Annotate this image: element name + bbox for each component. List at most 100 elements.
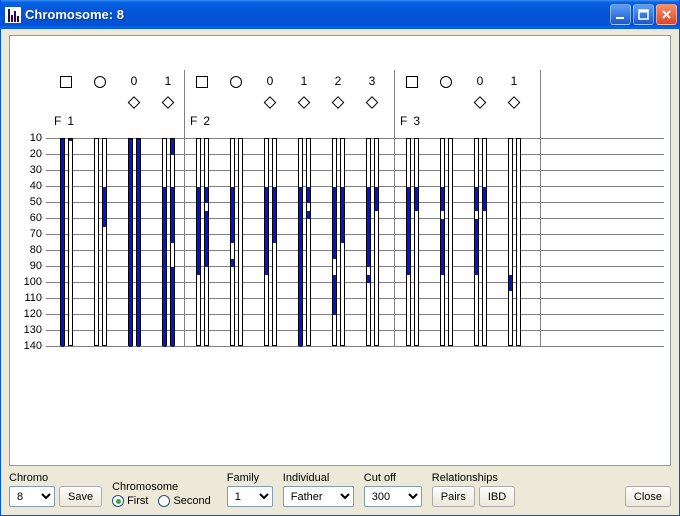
- diamond-icon: [162, 96, 175, 109]
- close-window-button[interactable]: [656, 4, 677, 25]
- chromosome-track: [196, 138, 201, 346]
- chromosome-track: [508, 138, 513, 346]
- chromosome-track: [238, 138, 243, 346]
- ibd-segment: [231, 187, 234, 243]
- chromosome-track: [102, 138, 107, 346]
- individual-group: Individual Father: [283, 472, 354, 507]
- column-header: 2: [335, 74, 342, 88]
- radio-dot-icon: [112, 495, 124, 507]
- ibd-segment: [231, 259, 234, 267]
- square-icon: [406, 76, 418, 88]
- relationships-group: Relationships Pairs IBD: [432, 472, 515, 507]
- circle-icon: [440, 76, 452, 88]
- y-tick-label: 20: [18, 148, 42, 160]
- y-tick-label: 110: [18, 292, 42, 304]
- ibd-segment: [137, 139, 140, 347]
- ibd-segment: [441, 187, 444, 211]
- ibd-segment: [273, 187, 276, 243]
- column-header: 1: [301, 74, 308, 88]
- circle-icon: [230, 76, 242, 88]
- chromosome-track: [374, 138, 379, 346]
- y-tick-label: 10: [18, 132, 42, 144]
- ibd-segment: [333, 275, 336, 315]
- save-button[interactable]: Save: [59, 486, 102, 507]
- chromosome-track: [516, 138, 521, 346]
- family-separator: [540, 70, 541, 346]
- chromosome-label: Chromosome: [112, 481, 217, 493]
- ibd-segment: [415, 187, 418, 211]
- cutoff-group: Cut off 300: [364, 472, 422, 507]
- ibd-segment: [367, 187, 370, 267]
- ibd-segment: [475, 187, 478, 211]
- ibd-segment: [171, 267, 174, 347]
- family-select[interactable]: 1: [227, 486, 273, 507]
- diamond-icon: [332, 96, 345, 109]
- ibd-segment: [103, 187, 106, 227]
- chromosome-track: [366, 138, 371, 346]
- ibd-segment: [441, 219, 444, 275]
- y-tick-label: 120: [18, 308, 42, 320]
- diamond-icon: [128, 96, 141, 109]
- ibd-segment: [171, 139, 174, 155]
- ibd-segment: [483, 187, 486, 211]
- radio-dot-icon: [158, 495, 170, 507]
- radio-second-label: Second: [173, 495, 210, 507]
- ibd-segment: [205, 211, 208, 267]
- chromosome-track: [340, 138, 345, 346]
- diamond-icon: [508, 96, 521, 109]
- ibd-segment: [129, 139, 132, 347]
- chromosome-track: [204, 138, 209, 346]
- ibd-segment: [299, 187, 302, 347]
- chromosome-track: [448, 138, 453, 346]
- pairs-button[interactable]: Pairs: [432, 486, 475, 507]
- ibd-button[interactable]: IBD: [479, 486, 515, 507]
- chromosome-track: [128, 138, 133, 346]
- chart-canvas: 102030405060708090100110120130140F101F20…: [9, 35, 671, 466]
- chromosome-track: [406, 138, 411, 346]
- chromosome-track: [482, 138, 487, 346]
- minimize-button[interactable]: [610, 4, 631, 25]
- diamond-icon: [474, 96, 487, 109]
- individual-select[interactable]: Father: [283, 486, 354, 507]
- chromosome-track: [94, 138, 99, 346]
- chromo-select[interactable]: 8: [9, 486, 55, 507]
- window: Chromosome: 8 10203040506070809010011012…: [0, 0, 680, 516]
- family-label: F1: [54, 114, 80, 128]
- chromosome-radio-group: Chromosome First Second: [112, 481, 217, 507]
- ibd-segment: [367, 275, 370, 283]
- y-tick-label: 140: [18, 340, 42, 352]
- y-tick-label: 100: [18, 276, 42, 288]
- maximize-button[interactable]: [633, 4, 654, 25]
- ibd-segment: [205, 187, 208, 203]
- y-tick-label: 50: [18, 196, 42, 208]
- radio-second[interactable]: Second: [158, 495, 210, 507]
- client-area: 102030405060708090100110120130140F101F20…: [1, 29, 679, 515]
- control-bar: Chromo 8 Save Chromosome First: [9, 472, 671, 507]
- family-label: Family: [227, 472, 273, 484]
- family-separator: [394, 70, 395, 346]
- chromosome-track: [332, 138, 337, 346]
- column-header: 1: [511, 74, 518, 88]
- y-tick-label: 60: [18, 212, 42, 224]
- ibd-segment: [475, 219, 478, 275]
- family-label: F2: [190, 114, 216, 128]
- family-separator: [184, 70, 185, 346]
- close-button[interactable]: Close: [625, 486, 671, 507]
- radio-first-label: First: [127, 495, 148, 507]
- square-icon: [60, 76, 72, 88]
- diamond-icon: [366, 96, 379, 109]
- individual-label: Individual: [283, 472, 354, 484]
- ibd-segment: [407, 187, 410, 275]
- cutoff-select[interactable]: 300: [364, 486, 422, 507]
- square-icon: [196, 76, 208, 88]
- ibd-segment: [375, 187, 378, 211]
- ibd-segment: [509, 275, 512, 291]
- y-tick-label: 90: [18, 260, 42, 272]
- chromo-label: Chromo: [9, 472, 102, 484]
- radio-first[interactable]: First: [112, 495, 148, 507]
- window-title: Chromosome: 8: [25, 7, 610, 22]
- ibd-segment: [61, 139, 64, 347]
- y-tick-label: 80: [18, 244, 42, 256]
- family-label: F3: [400, 114, 426, 128]
- column-header: 0: [131, 74, 138, 88]
